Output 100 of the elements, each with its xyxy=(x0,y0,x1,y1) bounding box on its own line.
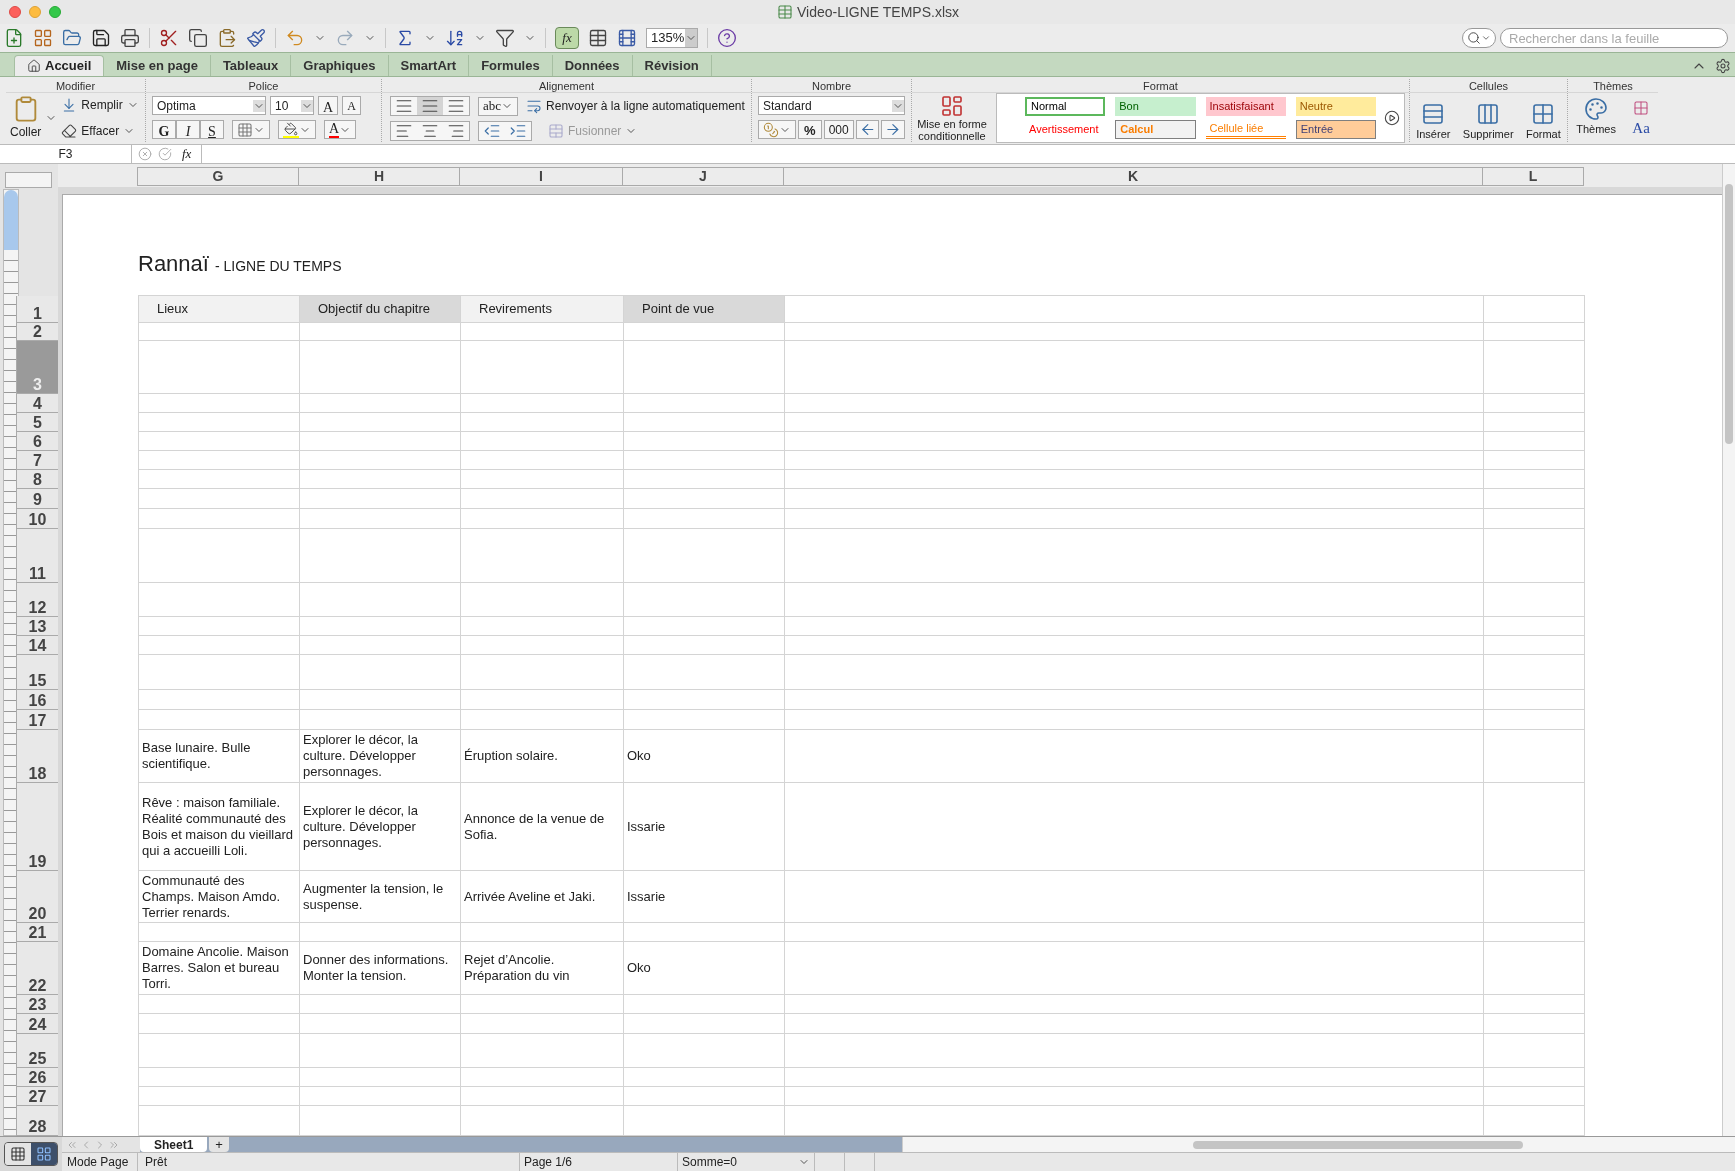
cell-style[interactable]: Insatisfaisant xyxy=(1205,97,1286,116)
row-header[interactable]: 24 xyxy=(16,1014,58,1034)
align-middle-icon[interactable] xyxy=(417,97,443,115)
column-header[interactable]: K xyxy=(784,167,1483,186)
cell-style[interactable]: Entrée xyxy=(1295,120,1376,139)
zoom-window-button[interactable] xyxy=(49,6,61,18)
orientation-button[interactable]: abc xyxy=(478,96,519,116)
cells-button[interactable]: Insérer xyxy=(1416,101,1451,142)
confirm-icon[interactable] xyxy=(158,147,172,161)
row-header[interactable]: 11 xyxy=(16,529,58,583)
font-color-button[interactable]: A xyxy=(324,120,357,139)
cells-button[interactable]: Supprimer xyxy=(1462,101,1514,142)
ribbon-tab[interactable]: Mise en page xyxy=(104,55,211,76)
row-header[interactable]: 21 xyxy=(16,923,58,942)
fill-button[interactable]: Remplir xyxy=(61,95,139,114)
row-header[interactable]: 9 xyxy=(16,489,58,509)
italic-button[interactable]: I xyxy=(176,120,200,139)
sum-menu[interactable]: Somme=0 xyxy=(678,1153,815,1171)
decrease-indent-icon[interactable] xyxy=(479,122,505,140)
search-menu-button[interactable] xyxy=(1462,28,1496,48)
row-header[interactable]: 20 xyxy=(16,871,58,923)
cell-style[interactable]: Neutre xyxy=(1295,97,1376,116)
settings-icon[interactable] xyxy=(1715,57,1731,74)
new-file-icon[interactable] xyxy=(4,28,24,48)
save-icon[interactable] xyxy=(91,28,111,48)
vertical-scrollbar[interactable] xyxy=(1722,164,1735,1136)
undo-icon[interactable] xyxy=(285,28,305,48)
wrap-text-button[interactable]: Renvoyer à la ligne automatiquement xyxy=(526,97,745,115)
column-header[interactable]: L xyxy=(1483,167,1584,186)
insert-function-button[interactable]: fx xyxy=(178,144,196,164)
ribbon-tab[interactable]: Accueil xyxy=(14,55,105,76)
currency-button[interactable] xyxy=(758,120,796,139)
ribbon-tab[interactable]: Formules xyxy=(469,55,553,76)
underline-button[interactable]: S xyxy=(200,120,224,139)
more-styles-icon[interactable] xyxy=(1384,110,1400,126)
filter-icon[interactable] xyxy=(495,28,515,48)
bold-button[interactable]: G xyxy=(152,120,176,139)
row-header[interactable]: 4 xyxy=(16,394,58,413)
align-top-icon[interactable] xyxy=(391,97,417,115)
row-header[interactable]: 27 xyxy=(16,1087,58,1106)
search-field[interactable]: Rechercher dans la feuille xyxy=(1500,28,1728,48)
fill-color-button[interactable] xyxy=(278,120,316,139)
decrease-decimal-icon[interactable] xyxy=(855,120,880,139)
row-header[interactable]: 18 xyxy=(16,730,58,783)
horizontal-scrollbar[interactable] xyxy=(902,1137,1735,1152)
close-window-button[interactable] xyxy=(9,6,21,18)
row-header[interactable]: 5 xyxy=(16,413,58,432)
ribbon-tab[interactable]: Tableaux xyxy=(210,55,292,76)
normal-view-button[interactable] xyxy=(5,1143,31,1165)
row-header[interactable]: 14 xyxy=(16,636,58,655)
percent-button[interactable]: % xyxy=(798,120,822,139)
copy-icon[interactable] xyxy=(188,28,208,48)
ribbon-tab[interactable]: Révision xyxy=(632,55,712,76)
increase-decimal-icon[interactable] xyxy=(881,120,905,139)
row-header[interactable]: 2 xyxy=(16,323,58,341)
number-format-select[interactable]: Standard xyxy=(758,96,905,115)
column-header[interactable]: I xyxy=(460,167,623,186)
column-header[interactable]: G xyxy=(137,167,299,186)
redo-icon[interactable] xyxy=(335,28,355,48)
paste-icon[interactable] xyxy=(217,28,237,48)
row-header[interactable]: 26 xyxy=(16,1068,58,1087)
row-header[interactable]: 12 xyxy=(16,583,58,617)
open-folder-icon[interactable] xyxy=(62,28,82,48)
shrink-font-button[interactable]: A xyxy=(342,96,361,115)
ribbon-tab[interactable]: Données xyxy=(552,55,633,76)
font-size-select[interactable]: 10 xyxy=(270,96,314,115)
scissors-icon[interactable] xyxy=(159,28,179,48)
row-header[interactable]: 25 xyxy=(16,1034,58,1068)
conditional-format-button[interactable]: Mise en forme conditionnelle xyxy=(916,94,988,142)
theme-fonts-button[interactable]: Aa xyxy=(1632,119,1650,136)
ribbon-tab[interactable]: Graphiques xyxy=(291,55,389,76)
clear-button[interactable]: Effacer xyxy=(61,121,139,140)
font-select[interactable]: Optima xyxy=(152,96,266,115)
align-left-icon[interactable] xyxy=(391,122,417,140)
row-header[interactable]: 13 xyxy=(16,617,58,636)
formula-builder-button[interactable]: fx xyxy=(555,27,579,49)
themes-button[interactable]: Thèmes xyxy=(1576,97,1616,138)
align-right-icon[interactable] xyxy=(443,122,469,140)
row-header[interactable]: 19 xyxy=(16,783,58,871)
cancel-icon[interactable] xyxy=(138,147,152,161)
thousands-button[interactable]: 000 xyxy=(823,120,854,139)
help-icon[interactable] xyxy=(717,28,737,48)
row-header[interactable]: 8 xyxy=(16,470,58,489)
toolbox-icon[interactable] xyxy=(588,28,608,48)
colors-icon[interactable] xyxy=(1633,99,1650,116)
print-icon[interactable] xyxy=(120,28,140,48)
increase-indent-icon[interactable] xyxy=(505,122,531,140)
media-icon[interactable] xyxy=(617,28,637,48)
row-header[interactable]: 1 xyxy=(16,296,58,323)
zoom-field[interactable]: 135% xyxy=(646,28,698,48)
ribbon-tab[interactable]: SmartArt xyxy=(388,55,470,76)
row-header[interactable]: 17 xyxy=(16,710,58,730)
format-painter-icon[interactable] xyxy=(246,28,266,48)
row-header[interactable]: 22 xyxy=(16,942,58,995)
row-header[interactable]: 7 xyxy=(16,451,58,470)
row-header[interactable]: 6 xyxy=(16,432,58,451)
row-header[interactable]: 23 xyxy=(16,995,58,1014)
add-sheet-button[interactable]: + xyxy=(209,1137,229,1152)
grow-font-button[interactable]: A xyxy=(318,96,339,115)
gallery-icon[interactable] xyxy=(33,28,53,48)
